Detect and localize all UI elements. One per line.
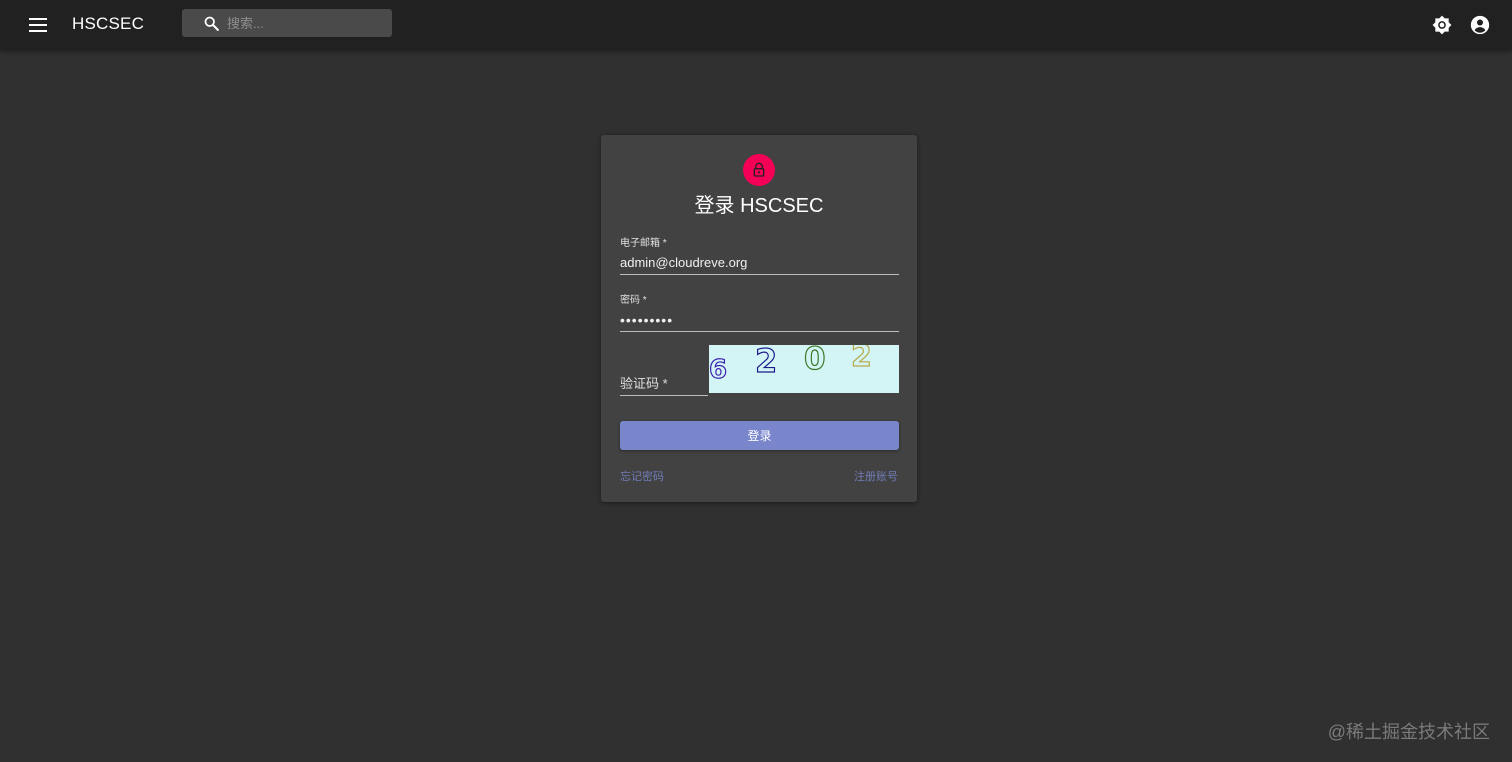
email-label: 电子邮箱 * [620,238,667,249]
captcha-char: 0 [803,345,826,378]
captcha-char: 2 [754,345,778,381]
captcha-underline [620,395,708,396]
email-underline [620,274,899,275]
captcha-image[interactable]: 6 2 0 2 [709,345,899,393]
menu-button[interactable] [26,13,50,37]
forgot-password-link[interactable]: 忘记密码 [620,468,664,484]
email-input[interactable]: admin@cloudreve.org [620,255,899,273]
password-field[interactable]: 密码 * ••••••••• [620,295,899,332]
brightness-icon [1432,15,1452,35]
search-box[interactable] [182,9,392,37]
captcha-field[interactable]: 验证码 * [620,373,708,396]
lock-icon [753,162,765,177]
login-card: 登录 HSCSEC 电子邮箱 * admin@cloudreve.org 密码 … [601,135,917,502]
lock-avatar [743,154,775,186]
captcha-char: 6 [709,354,728,385]
password-input[interactable]: ••••••••• [620,312,899,330]
search-icon [201,13,221,33]
register-link[interactable]: 注册账号 [854,468,898,484]
menu-icon [29,18,47,32]
app-title[interactable]: HSCSEC [72,13,144,35]
login-button[interactable]: 登录 [620,421,899,450]
captcha-input[interactable]: 验证码 * [620,373,708,393]
search-input[interactable] [225,14,375,32]
password-label: 密码 * [620,295,647,306]
password-underline [620,331,899,332]
watermark: @稀土掘金技术社区 [1327,722,1490,742]
account-button[interactable] [1467,12,1493,38]
theme-toggle-button[interactable] [1429,12,1455,38]
captcha-char: 2 [850,345,872,375]
login-title: 登录 HSCSEC [694,195,824,217]
top-app-bar: HSCSEC [0,0,1512,50]
account-circle-icon [1470,15,1490,35]
email-field[interactable]: 电子邮箱 * admin@cloudreve.org [620,238,899,275]
